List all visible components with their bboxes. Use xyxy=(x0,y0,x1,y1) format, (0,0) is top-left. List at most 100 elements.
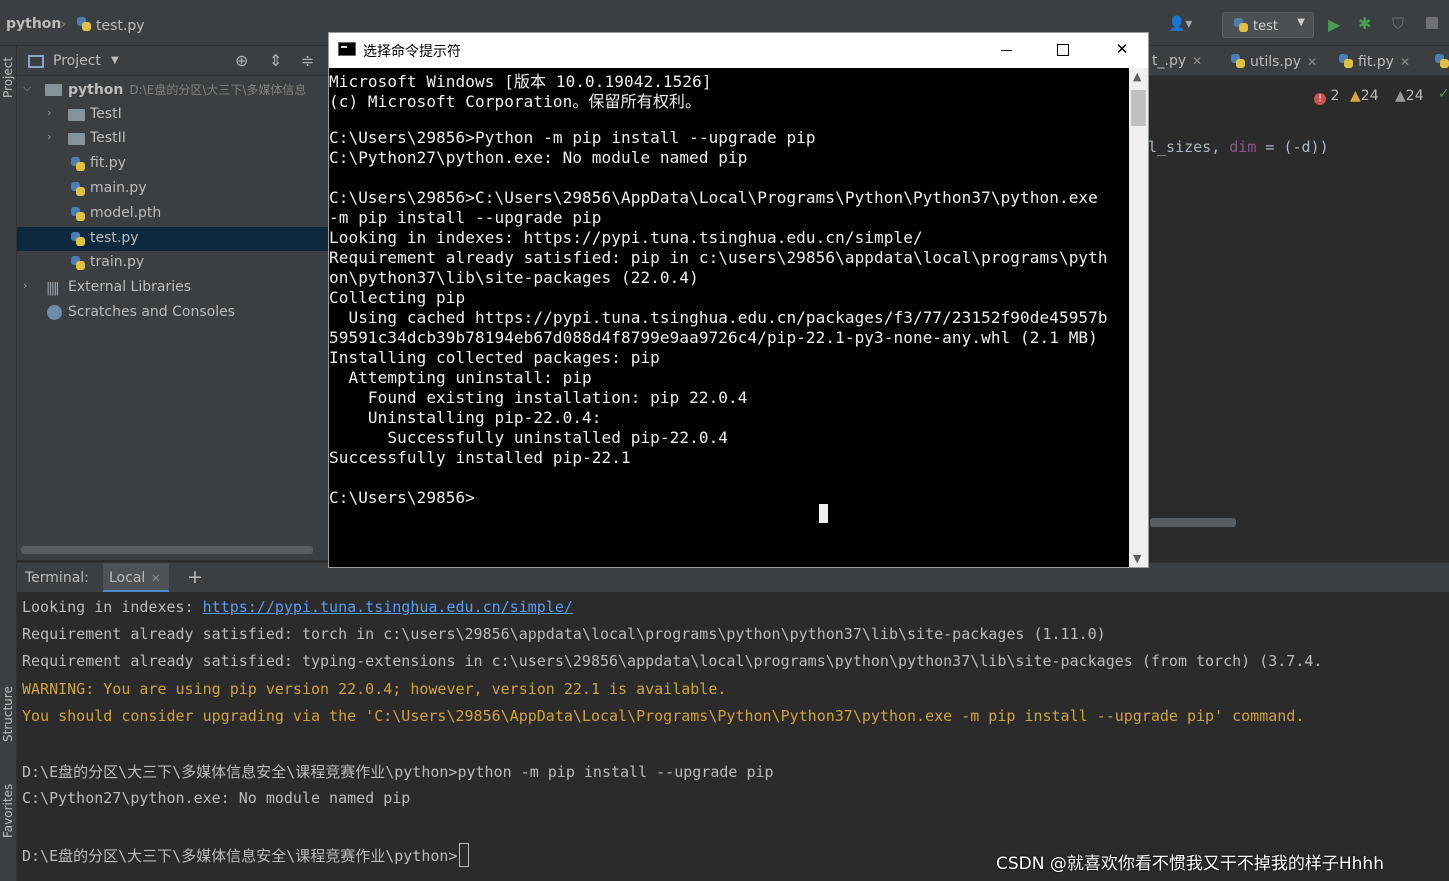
command-prompt-window[interactable]: 选择命令提示符 ✕ Microsoft Windows [版本 10.0.190… xyxy=(328,32,1149,568)
collapse-all-icon[interactable]: ≑ xyxy=(301,51,314,70)
editor-tab[interactable]: utils.py ✕ xyxy=(1230,53,1317,70)
project-panel: Project ▼ ⊕ ⇕ ≑ ⌵ python D:\E盘的分区\大三下\多媒体… xyxy=(17,46,330,560)
terminal-line: Requirement already satisfied: typing-ex… xyxy=(22,652,1323,670)
python-file-icon xyxy=(70,181,86,197)
chevron-right-icon[interactable]: › xyxy=(23,279,27,292)
favorites-tool-tab[interactable]: Favorites xyxy=(1,784,15,838)
cmd-line: on\python37\lib\site-packages (22.0.4) xyxy=(329,268,699,287)
breadcrumb-project[interactable]: python xyxy=(6,16,61,32)
tree-item-label: model.pth xyxy=(90,205,162,221)
weak-warning-icon: ▲ xyxy=(1395,88,1406,104)
tree-item-label: TestII xyxy=(90,130,126,146)
cmd-titlebar[interactable]: 选择命令提示符 ✕ xyxy=(329,33,1148,68)
tree-item-testi[interactable]: › TestI xyxy=(17,103,330,127)
horizontal-scrollbar[interactable] xyxy=(21,546,313,554)
tree-item-test-py[interactable]: test.py xyxy=(17,227,330,251)
tree-root-python[interactable]: ⌵ python D:\E盘的分区\大三下\多媒体信息 xyxy=(17,78,330,102)
locate-icon[interactable]: ⊕ xyxy=(235,51,248,70)
tree-root-name: python xyxy=(68,82,124,98)
tree-item-scratches[interactable]: Scratches and Consoles xyxy=(17,301,330,325)
left-tool-strip: Project Structure Favorites xyxy=(0,46,17,881)
cmd-line: Using cached https://pypi.tuna.tsinghua.… xyxy=(329,308,1108,327)
tree-item-fit-py[interactable]: fit.py xyxy=(17,152,330,176)
cmd-line: (c) Microsoft Corporation。保留所有权利。 xyxy=(329,92,702,111)
code-fragment: = (-d)) xyxy=(1256,138,1329,156)
run-icon[interactable]: ▶ xyxy=(1328,15,1340,34)
chevron-right-icon[interactable]: › xyxy=(47,106,51,119)
error-icon: ! xyxy=(1314,93,1326,105)
cmd-line: Uninstalling pip-22.0.4: xyxy=(329,408,602,427)
close-icon[interactable]: ✕ xyxy=(1400,55,1410,69)
breadcrumb-file[interactable]: test.py xyxy=(76,16,145,34)
warning-count[interactable]: ▲24 xyxy=(1350,88,1379,104)
stop-icon[interactable] xyxy=(1426,17,1438,29)
code-line[interactable]: l_sizes, dim = (-d)) xyxy=(1148,138,1329,156)
scrollbar-thumb[interactable] xyxy=(1131,90,1146,126)
terminal-tab-local[interactable]: Local ✕ xyxy=(103,563,169,593)
terminal-output[interactable]: Looking in indexes: https://pypi.tuna.ts… xyxy=(17,592,1449,881)
cmd-window-title: 选择命令提示符 xyxy=(363,44,461,60)
close-icon[interactable]: ✕ xyxy=(1307,55,1317,69)
cmd-vertical-scrollbar[interactable]: ▲ ▼ xyxy=(1129,68,1148,567)
debug-icon[interactable]: ✱ xyxy=(1358,14,1371,33)
tree-item-main-py[interactable]: main.py xyxy=(17,177,330,201)
error-count[interactable]: ! 2 xyxy=(1314,88,1339,105)
scroll-up-icon[interactable]: ▲ xyxy=(1133,70,1141,83)
cmd-prompt-line: C:\Users\29856> xyxy=(329,488,475,507)
terminal-link[interactable]: https://pypi.tuna.tsinghua.edu.cn/simple… xyxy=(203,598,573,616)
project-tool-tab[interactable]: Project xyxy=(1,57,15,98)
tree-item-label: TestI xyxy=(90,106,122,122)
tree-item-label: train.py xyxy=(90,254,145,270)
cmd-line: Found existing installation: pip 22.0.4 xyxy=(329,388,748,407)
weak-warning-count-value: 24 xyxy=(1405,88,1424,104)
watermark: CSDN @就喜欢你看不惯我又干不掉我的样子Hhhh xyxy=(996,854,1384,874)
project-panel-title[interactable]: Project xyxy=(53,53,101,69)
cmd-output[interactable]: Microsoft Windows [版本 10.0.19042.1526] (… xyxy=(329,68,1129,568)
terminal-line: Requirement already satisfied: torch in … xyxy=(22,625,1106,643)
tree-item-testii[interactable]: › TestII xyxy=(17,127,330,151)
scroll-down-icon[interactable]: ▼ xyxy=(1133,552,1141,565)
add-terminal-icon[interactable]: + xyxy=(187,566,203,588)
editor-horizontal-scrollbar[interactable] xyxy=(1150,518,1236,527)
editor-tab[interactable]: fit.py ✕ xyxy=(1338,53,1410,70)
tree-item-label: fit.py xyxy=(90,155,126,171)
tree-item-train-py[interactable]: train.py xyxy=(17,251,330,275)
maximize-button[interactable] xyxy=(1039,33,1085,68)
user-icon[interactable]: 👤▾ xyxy=(1168,16,1192,32)
cmd-line: Looking in indexes: https://pypi.tuna.ts… xyxy=(329,228,923,247)
breadcrumb-separator-icon: › xyxy=(60,14,67,33)
cmd-line: C:\Users\29856>Python -m pip install --u… xyxy=(329,128,816,147)
weak-warning-count[interactable]: ▲24 xyxy=(1395,88,1424,104)
python-file-icon[interactable] xyxy=(1434,53,1449,73)
chevron-down-icon[interactable]: ⌵ xyxy=(23,81,31,95)
close-button[interactable]: ✕ xyxy=(1099,33,1145,68)
python-file-icon xyxy=(1338,53,1354,69)
scratches-icon xyxy=(47,305,62,320)
terminal-text: Looking in indexes: xyxy=(22,598,203,616)
editor-tab-bar: t_.py ✕ utils.py ✕ fit.py ✕ xyxy=(1148,46,1449,76)
close-icon[interactable]: ✕ xyxy=(151,572,160,585)
run-config-selector[interactable]: test ▼ xyxy=(1222,12,1314,38)
tree-item-external-libraries[interactable]: › |||‖ External Libraries xyxy=(17,276,330,300)
python-file-icon xyxy=(70,156,86,172)
warning-icon: ▲ xyxy=(1350,88,1361,104)
expand-all-icon[interactable]: ⇕ xyxy=(269,51,282,70)
chevron-down-icon[interactable]: ▼ xyxy=(111,55,119,66)
cmd-line: -m pip install --upgrade pip xyxy=(329,208,602,227)
cmd-line: 59591c34dcb39b78194eb67d088d4f8799e9aa97… xyxy=(329,328,1098,347)
structure-tool-tab[interactable]: Structure xyxy=(1,686,15,742)
editor-tab[interactable]: t_.py ✕ xyxy=(1152,53,1202,69)
folder-icon xyxy=(68,133,85,145)
coverage-icon[interactable]: ⛉ xyxy=(1392,14,1404,34)
cmd-line: C:\Users\29856>C:\Users\29856\AppData\Lo… xyxy=(329,188,1098,207)
close-icon[interactable]: ✕ xyxy=(1192,54,1202,68)
chevron-right-icon[interactable]: › xyxy=(47,130,51,143)
terminal-cursor xyxy=(459,843,470,867)
tree-item-model-pth[interactable]: model.pth xyxy=(17,202,330,226)
terminal-warning-line: You should consider upgrading via the 'C… xyxy=(22,707,1305,725)
editor-tab-label: utils.py xyxy=(1250,54,1302,70)
cmd-line: Requirement already satisfied: pip in c:… xyxy=(329,248,1108,267)
tree-item-label: main.py xyxy=(90,180,147,196)
terminal-title: Terminal: xyxy=(25,570,89,586)
minimize-button[interactable] xyxy=(983,33,1029,68)
